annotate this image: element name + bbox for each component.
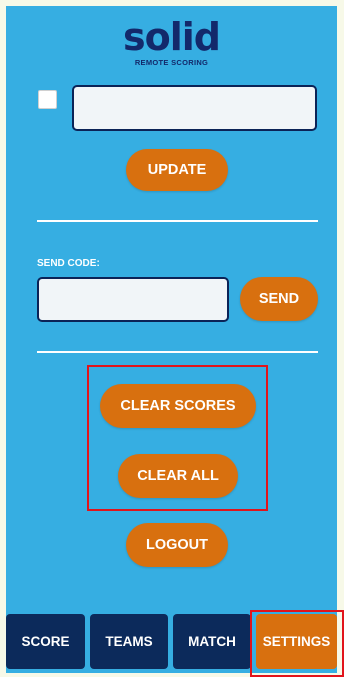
clear-all-button[interactable]: CLEAR ALL: [118, 454, 238, 498]
tab-teams[interactable]: TEAMS: [90, 614, 168, 669]
send-code-label: SEND CODE:: [37, 258, 100, 269]
tab-match[interactable]: MATCH: [173, 614, 251, 669]
section-divider: [37, 351, 318, 353]
update-text-input[interactable]: [72, 85, 317, 131]
solid-logo: solid REMOTE SCORING: [6, 18, 337, 67]
update-checkbox[interactable]: [38, 90, 57, 109]
section-divider: [37, 220, 318, 222]
tab-settings[interactable]: SETTINGS: [256, 614, 337, 669]
send-button[interactable]: SEND: [240, 277, 318, 321]
tab-score[interactable]: SCORE: [6, 614, 85, 669]
clear-scores-button[interactable]: CLEAR SCORES: [100, 384, 256, 428]
send-code-input[interactable]: [37, 277, 229, 322]
app-screen: solid REMOTE SCORING UPDATE SEND CODE: S…: [6, 6, 337, 673]
logo-subtitle: REMOTE SCORING: [134, 58, 209, 67]
logout-button[interactable]: LOGOUT: [126, 523, 228, 567]
logo-wordmark: solid: [123, 15, 221, 59]
bottom-tab-bar: SCORE TEAMS MATCH SETTINGS: [6, 614, 337, 669]
update-button[interactable]: UPDATE: [126, 149, 228, 191]
